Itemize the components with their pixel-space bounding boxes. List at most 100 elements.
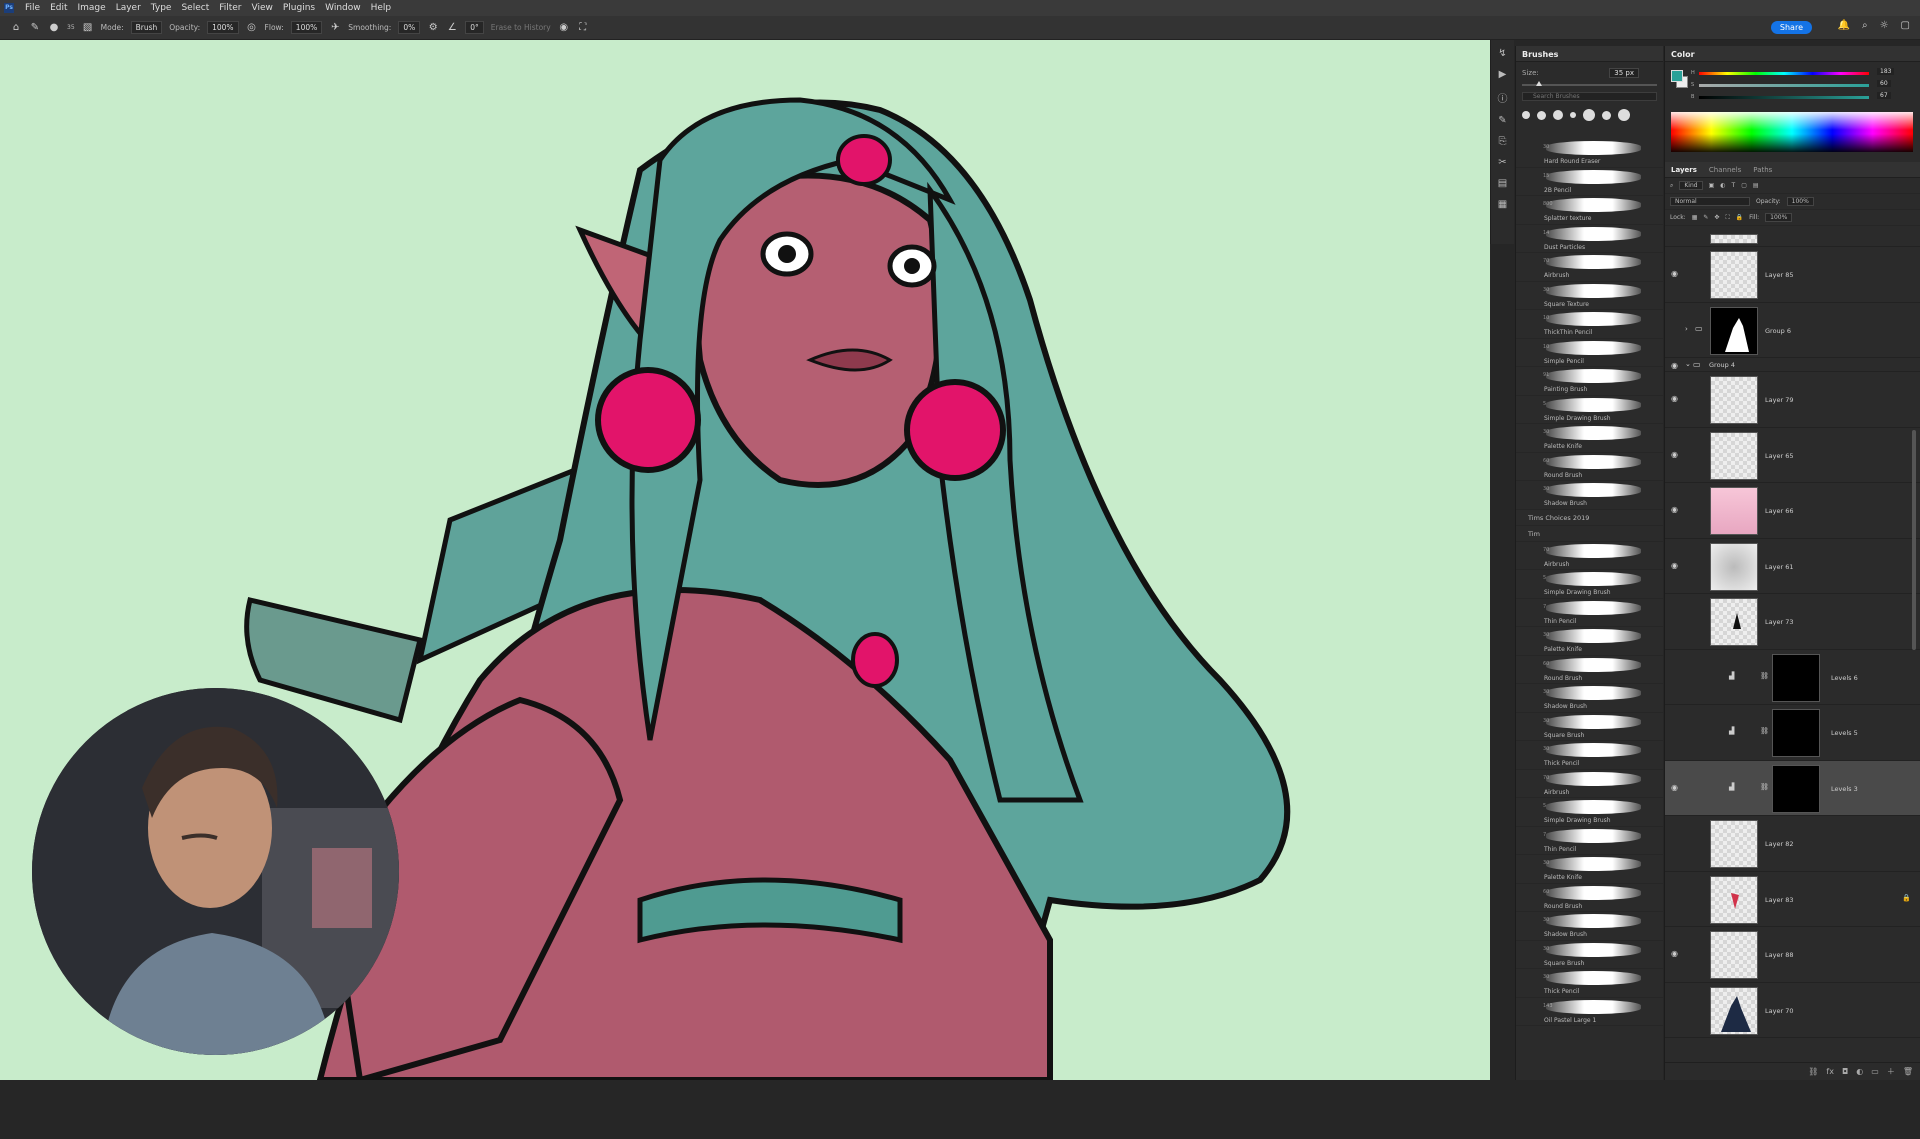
link-icon[interactable]: ⛓ bbox=[1760, 783, 1769, 791]
brush-tool-icon[interactable]: ✎ bbox=[29, 22, 41, 34]
link-icon[interactable]: ⛓ bbox=[1760, 672, 1769, 680]
libraries-icon[interactable]: ▦ bbox=[1498, 199, 1507, 210]
layer-name[interactable]: Layer 85 bbox=[1765, 271, 1793, 279]
fx-icon[interactable]: fx bbox=[1826, 1067, 1834, 1076]
group-name[interactable]: Group 6 bbox=[1765, 327, 1791, 335]
visibility-eye-icon[interactable]: ◉ bbox=[1671, 394, 1678, 403]
menu-help[interactable]: Help bbox=[366, 3, 397, 13]
brush-settings-icon[interactable]: ▧ bbox=[82, 22, 94, 34]
menu-view[interactable]: View bbox=[247, 3, 278, 13]
brush-item[interactable]: 60Round Brush bbox=[1516, 656, 1664, 684]
brush-folder[interactable]: Tims Choices 2019 bbox=[1516, 510, 1664, 526]
layer-mask-thumbnail[interactable] bbox=[1772, 764, 1820, 813]
brush-preset-picker[interactable]: ● bbox=[48, 22, 60, 34]
brush-item[interactable]: 5 Simple Drawing Brush bbox=[1516, 396, 1664, 424]
color-panel-tab[interactable]: Color bbox=[1665, 46, 1920, 62]
home-icon[interactable]: ⌂ bbox=[10, 22, 22, 34]
brush-item[interactable]: 143Oil Pastel Large 1 bbox=[1516, 998, 1664, 1026]
preset-dot[interactable] bbox=[1570, 112, 1576, 118]
tab-channels[interactable]: Channels bbox=[1703, 162, 1747, 177]
layer-name[interactable]: Layer 73 bbox=[1765, 618, 1793, 626]
hue-slider[interactable] bbox=[1699, 72, 1869, 75]
brightness-slider[interactable] bbox=[1699, 96, 1869, 99]
adjustment-layer-row[interactable]: ▟ ⛓ Levels 5 bbox=[1665, 705, 1920, 761]
photoshop-logo-icon[interactable]: Ps bbox=[4, 3, 14, 13]
preset-dot[interactable] bbox=[1583, 109, 1595, 121]
brush-item[interactable]: 91Painting Brush bbox=[1516, 367, 1664, 396]
brush-item[interactable]: 70Airbrush bbox=[1516, 542, 1664, 570]
layer-kind-filter[interactable]: Kind bbox=[1679, 181, 1703, 190]
brush-item[interactable]: 10ThickThin Pencil bbox=[1516, 310, 1664, 339]
menu-layer[interactable]: Layer bbox=[111, 3, 146, 13]
filter-pixel-icon[interactable]: ▣ bbox=[1709, 182, 1715, 189]
mode-select[interactable]: Brush bbox=[130, 21, 163, 34]
visibility-eye-icon[interactable]: ◉ bbox=[1671, 269, 1678, 278]
brush-item[interactable]: 30Hard Round Eraser bbox=[1516, 139, 1664, 168]
brush-item[interactable]: 800Splatter texture bbox=[1516, 196, 1664, 225]
link-layers-icon[interactable]: ⛓ bbox=[1808, 1067, 1818, 1076]
layer-name[interactable]: Layer 61 bbox=[1765, 563, 1793, 571]
adjustment-layer-row[interactable]: ▟ ⛓ Levels 6 bbox=[1665, 650, 1920, 705]
lock-artboard-icon[interactable]: ⛶ bbox=[1725, 214, 1729, 222]
search-icon[interactable]: ⌕ bbox=[1862, 20, 1868, 31]
visibility-eye-icon[interactable]: ◉ bbox=[1671, 450, 1678, 459]
layer-mask-thumbnail[interactable] bbox=[1772, 709, 1820, 757]
layer-name[interactable]: Layer 82 bbox=[1765, 840, 1793, 848]
layer-row[interactable]: Layer 70 bbox=[1665, 983, 1920, 1038]
info-icon[interactable]: ⓘ bbox=[1498, 90, 1508, 105]
layer-row[interactable]: ◉ Layer 61 bbox=[1665, 539, 1920, 594]
filter-smart-icon[interactable]: ▤ bbox=[1753, 182, 1759, 189]
preset-dot[interactable] bbox=[1602, 110, 1611, 120]
preset-dot[interactable] bbox=[1618, 109, 1630, 121]
visibility-eye-icon[interactable]: ◉ bbox=[1671, 783, 1678, 792]
layer-name[interactable]: Layer 66 bbox=[1765, 507, 1793, 515]
hue-value[interactable]: 183 bbox=[1877, 68, 1895, 75]
tools-icon[interactable]: ✂ bbox=[1498, 157, 1506, 168]
workspace-icon[interactable]: ▢ bbox=[1901, 20, 1910, 31]
brush-item[interactable]: 5 Simple Drawing Brush bbox=[1516, 570, 1664, 599]
tab-paths[interactable]: Paths bbox=[1747, 162, 1778, 177]
flow-input[interactable]: 100% bbox=[290, 21, 323, 34]
brush-item[interactable]: 30Thick Pencil bbox=[1516, 741, 1664, 770]
brush-item[interactable]: 7 Thin Pencil bbox=[1516, 827, 1664, 855]
layer-name[interactable]: Layer 70 bbox=[1765, 1007, 1793, 1015]
properties-icon[interactable]: ▤ bbox=[1498, 178, 1507, 189]
brush-settings-panel-icon[interactable]: ✎ bbox=[1498, 115, 1506, 126]
angle-input[interactable]: 0° bbox=[465, 21, 484, 34]
adjustment-layer-row-selected[interactable]: ◉ ▟ ⛓ Levels 3 bbox=[1665, 760, 1920, 816]
filter-shape-icon[interactable]: ▢ bbox=[1741, 182, 1747, 189]
bell-icon[interactable]: 🔔 bbox=[1838, 20, 1850, 31]
brush-item[interactable]: 7 Thin Pencil bbox=[1516, 599, 1664, 627]
menu-edit[interactable]: Edit bbox=[45, 3, 72, 13]
brush-size-slider[interactable] bbox=[1522, 81, 1657, 86]
saturation-value[interactable]: 60 bbox=[1877, 80, 1891, 87]
symmetry-icon[interactable]: ⛶ bbox=[577, 22, 589, 34]
discover-icon[interactable]: ☼ bbox=[1880, 20, 1889, 31]
layer-row[interactable]: ◉ Layer 66 bbox=[1665, 483, 1920, 539]
brush-item[interactable]: 30Square Brush bbox=[1516, 941, 1664, 969]
blend-mode-select[interactable]: Normal bbox=[1670, 197, 1750, 206]
lock-position-icon[interactable]: ✥ bbox=[1714, 214, 1719, 221]
brush-item[interactable]: 30Shadow Brush bbox=[1516, 481, 1664, 510]
brush-item[interactable]: 5 Simple Drawing Brush bbox=[1516, 798, 1664, 827]
visibility-eye-icon[interactable]: ◉ bbox=[1671, 505, 1678, 514]
brightness-value[interactable]: 67 bbox=[1877, 92, 1891, 99]
group-name[interactable]: Group 4 bbox=[1709, 361, 1735, 369]
layer-row[interactable]: Layer 82 bbox=[1665, 816, 1920, 872]
menu-type[interactable]: Type bbox=[146, 3, 177, 13]
layer-row-partial[interactable] bbox=[1665, 232, 1920, 247]
menu-window[interactable]: Window bbox=[320, 3, 366, 13]
fill-input[interactable]: 100% bbox=[1765, 213, 1793, 222]
layer-name[interactable]: Levels 3 bbox=[1831, 785, 1858, 793]
smoothing-input[interactable]: 0% bbox=[398, 21, 421, 34]
layer-opacity-input[interactable]: 100% bbox=[1786, 197, 1814, 206]
filter-adjustment-icon[interactable]: ◐ bbox=[1720, 182, 1725, 189]
smoothing-settings-icon[interactable]: ⚙ bbox=[427, 22, 439, 34]
brush-item[interactable]: 152B Pencil bbox=[1516, 168, 1664, 196]
brush-folder[interactable]: Tim bbox=[1516, 526, 1664, 542]
group-row[interactable]: ◉ ⌄ ▭ Group 4 bbox=[1665, 358, 1920, 372]
menu-plugins[interactable]: Plugins bbox=[278, 3, 320, 13]
erase-to-history-label[interactable]: Erase to History bbox=[491, 23, 551, 32]
brushes-panel-tab[interactable]: Brushes bbox=[1516, 46, 1663, 62]
color-spectrum[interactable] bbox=[1671, 112, 1913, 152]
